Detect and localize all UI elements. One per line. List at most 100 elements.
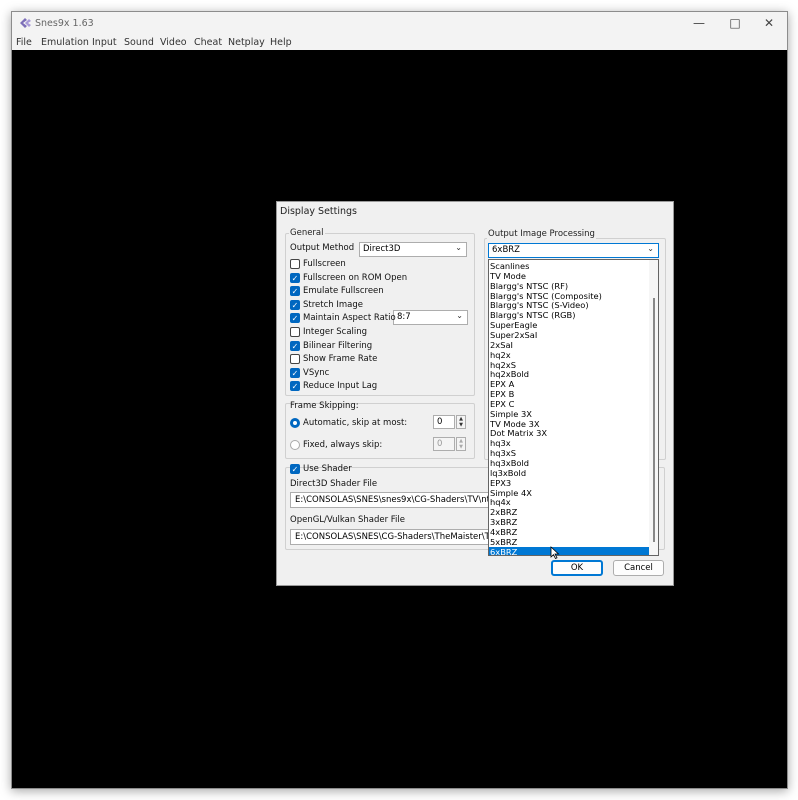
checkbox-label-4: Maintain Aspect Ratio (303, 313, 396, 324)
menu-help[interactable]: Help (270, 37, 292, 48)
checkbox-2[interactable]: ✓ (290, 286, 300, 297)
dropdown-option[interactable]: Blargg's NTSC (RGB) (489, 310, 649, 320)
menu-sound[interactable]: Sound (124, 37, 154, 48)
menu-bar: File Emulation Input Sound Video Cheat N… (12, 36, 787, 50)
frame-skipping-label: Frame Skipping: (290, 401, 359, 411)
mouse-cursor-icon (550, 546, 560, 560)
dropdown-option[interactable]: Super2xSaI (489, 330, 649, 340)
dropdown-option[interactable]: 3xBRZ (489, 517, 649, 527)
gl-shader-label: OpenGL/Vulkan Shader File (290, 515, 405, 525)
dropdown-option[interactable]: hq2xBold (489, 369, 649, 379)
dropdown-option[interactable]: 4xBRZ (489, 527, 649, 537)
dropdown-scrollbar[interactable] (649, 260, 658, 555)
dropdown-option[interactable]: EPX B (489, 389, 649, 399)
checkbox-7[interactable] (290, 354, 300, 365)
chevron-down-icon: ⌄ (456, 311, 463, 320)
maximize-icon[interactable]: □ (718, 12, 752, 34)
dropdown-option[interactable]: 6xBRZ (489, 546, 649, 555)
aspect-ratio-value: 8:7 (397, 312, 411, 322)
title-bar[interactable]: Snes9x 1.63 — □ ✕ (12, 12, 787, 36)
output-processing-label: Output Image Processing (487, 229, 596, 239)
dropdown-option[interactable]: hq3xS (489, 448, 649, 458)
checkbox-1[interactable]: ✓ (290, 272, 300, 283)
auto-skip-input[interactable]: 0 (433, 415, 455, 429)
dropdown-option[interactable]: Scanlines (489, 261, 649, 271)
chevron-down-icon: ⌄ (647, 244, 654, 253)
minimize-icon[interactable]: — (682, 12, 716, 34)
dropdown-option[interactable]: EPX C (489, 399, 649, 409)
dropdown-option[interactable]: SuperEagle (489, 320, 649, 330)
dialog-title: Display Settings (280, 206, 358, 217)
output-method-label: Output Method (290, 243, 355, 253)
checkbox-3[interactable]: ✓ (290, 299, 300, 310)
menu-input[interactable]: Input (92, 37, 117, 48)
dropdown-option[interactable]: hq3xBold (489, 458, 649, 468)
spin-down-icon[interactable]: ▼ (457, 444, 465, 450)
gl-shader-path-input[interactable]: E:\CONSOLAS\SNES\CG-Shaders\TheMaister\T… (290, 529, 490, 545)
dropdown-option[interactable]: 2xSaI (489, 340, 649, 350)
dropdown-option[interactable]: Simple 3X (489, 409, 649, 419)
output-processing-dropdown-list[interactable]: Scanlines TV Mode Blargg's NTSC (RF) Blargg… (488, 259, 659, 556)
auto-skip-label: Automatic, skip at most: (303, 418, 408, 428)
fixed-skip-input[interactable]: 0 (433, 437, 455, 451)
chevron-down-icon: ⌄ (455, 243, 462, 252)
checkbox-label-1: Fullscreen on ROM Open (303, 272, 408, 283)
checkbox-5[interactable] (290, 327, 300, 337)
dropdown-option[interactable]: TV Mode (489, 271, 649, 281)
close-icon[interactable]: ✕ (752, 12, 786, 34)
checkbox-4[interactable]: ✓ (290, 313, 300, 324)
output-method-value: Direct3D (363, 244, 401, 254)
checkbox-9[interactable]: ✓ (290, 381, 300, 392)
fixed-skip-label: Fixed, always skip: (303, 440, 383, 450)
snes9x-app-icon (20, 18, 31, 28)
checkbox-label-2: Emulate Fullscreen (303, 286, 384, 297)
dropdown-option[interactable]: TV Mode 3X (489, 419, 649, 429)
menu-netplay[interactable]: Netplay (228, 37, 265, 48)
auto-skip-spinner[interactable]: ▲ ▼ (456, 415, 466, 429)
dropdown-option[interactable]: Blargg's NTSC (Composite) (489, 291, 649, 301)
general-group-label: General (289, 228, 325, 238)
menu-file[interactable]: File (16, 37, 32, 48)
checkbox-label-6: Bilinear Filtering (303, 340, 373, 351)
checkbox-label-5: Integer Scaling (303, 327, 368, 337)
scrollbar-thumb[interactable] (653, 298, 655, 542)
dropdown-option[interactable]: hq2xS (489, 360, 649, 370)
dropdown-option[interactable]: hq2x (489, 350, 649, 360)
window-title: Snes9x 1.63 (35, 18, 94, 29)
use-shader-label: Use Shader (303, 464, 352, 474)
dropdown-option[interactable]: Blargg's NTSC (RF) (489, 281, 649, 291)
checkbox-0[interactable] (290, 259, 300, 269)
output-processing-value: 6xBRZ (492, 245, 520, 255)
dropdown-option[interactable]: 2xBRZ (489, 507, 649, 517)
spin-down-icon[interactable]: ▼ (457, 422, 465, 428)
checkbox-8[interactable]: ✓ (290, 367, 300, 378)
menu-emulation[interactable]: Emulation (41, 37, 89, 48)
d3d-shader-path-input[interactable]: E:\CONSOLAS\SNES\snes9x\CG-Shaders\TV\nt… (290, 492, 490, 508)
fixed-skip-spinner[interactable]: ▲ ▼ (456, 437, 466, 451)
use-shader-checkbox[interactable]: ✓ (290, 464, 300, 474)
menu-cheat[interactable]: Cheat (194, 37, 222, 48)
output-processing-select[interactable]: 6xBRZ ⌄ (488, 243, 659, 258)
output-method-select[interactable]: Direct3D ⌄ (359, 242, 467, 257)
dropdown-option[interactable]: EPX3 (489, 478, 649, 488)
checkbox-label-0: Fullscreen (303, 259, 346, 269)
checkbox-label-7: Show Frame Rate (303, 354, 378, 365)
checkbox-label-8: VSync (303, 367, 330, 378)
checkbox-6[interactable]: ✓ (290, 340, 300, 351)
dropdown-option[interactable]: 5xBRZ (489, 537, 649, 547)
dropdown-option[interactable]: hq4x (489, 497, 649, 507)
aspect-ratio-select[interactable]: 8:7 ⌄ (393, 310, 468, 325)
d3d-shader-label: Direct3D Shader File (290, 479, 378, 489)
checkbox-label-9: Reduce Input Lag (303, 381, 378, 392)
cancel-button[interactable]: Cancel (613, 560, 664, 576)
dropdown-option[interactable]: EPX A (489, 379, 649, 389)
fixed-skip-radio[interactable] (290, 440, 300, 450)
ok-button[interactable]: OK (551, 560, 603, 576)
auto-skip-radio[interactable] (290, 418, 300, 428)
dropdown-option[interactable]: hq3x (489, 438, 649, 448)
dropdown-option[interactable]: Blargg's NTSC (S-Video) (489, 300, 649, 310)
dropdown-option[interactable]: Dot Matrix 3X (489, 428, 649, 438)
dropdown-option[interactable]: lq3xBold (489, 468, 649, 478)
dropdown-option[interactable]: Simple 4X (489, 488, 649, 498)
menu-video[interactable]: Video (160, 37, 187, 48)
